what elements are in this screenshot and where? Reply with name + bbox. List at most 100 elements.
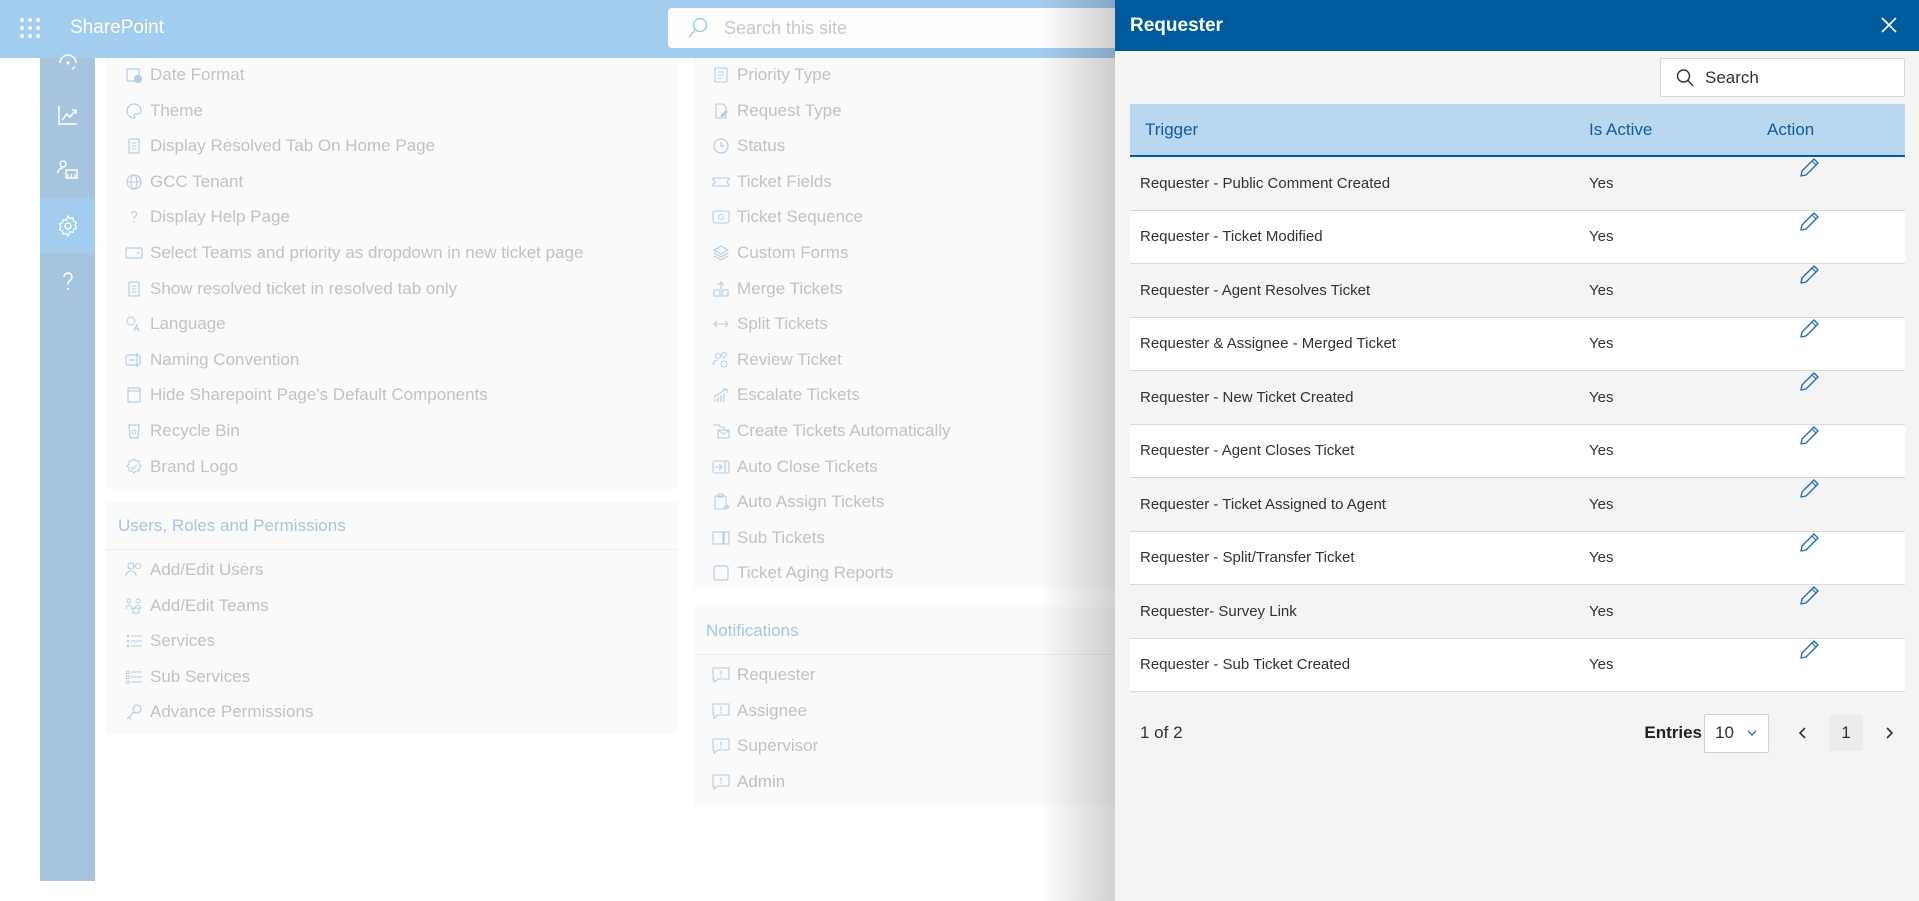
rail-item-reports[interactable] [40, 88, 95, 142]
edit-button[interactable] [1789, 477, 1829, 517]
task-list-icon [711, 65, 731, 85]
table-row: Requester - Agent Resolves Ticket Yes [1130, 264, 1905, 318]
settings-item-label: Theme [150, 100, 203, 120]
settings-item-label: Naming Convention [150, 349, 300, 369]
settings-item-auto-assign-tickets[interactable]: Auto Assign Tickets [711, 487, 884, 517]
settings-item-theme[interactable]: Theme [124, 96, 203, 126]
edit-button[interactable] [1789, 584, 1829, 624]
table-search-box[interactable] [1660, 58, 1905, 97]
settings-item-naming-convention[interactable]: Naming Convention [124, 345, 299, 375]
requester-flyout-panel: Requester Trigger Is Active Action Reque… [1115, 0, 1919, 901]
settings-item-add-edit-teams[interactable]: Add/Edit Teams [124, 591, 269, 621]
settings-item-escalate-tickets[interactable]: Escalate Tickets [711, 380, 860, 410]
settings-item-label: Assignee [737, 700, 807, 720]
rail-item-users-teams[interactable] [40, 143, 95, 197]
settings-item-request-type[interactable]: Request Type [711, 96, 842, 126]
next-page-button[interactable] [1873, 715, 1905, 751]
settings-item-advance-permissions[interactable]: Advance Permissions [124, 697, 313, 727]
settings-item-admin[interactable]: Admin [711, 767, 785, 797]
settings-item-ticket-aging-reports[interactable]: Ticket Aging Reports [711, 558, 893, 588]
comment-alert-icon [711, 701, 731, 721]
app-launcher-icon[interactable] [18, 16, 40, 38]
document-edit-icon [711, 101, 731, 121]
settings-item-label: Supervisor [737, 736, 819, 756]
page-info: 1 of 2 [1140, 723, 1183, 742]
settings-item-add-edit-users[interactable]: Add/Edit Users [124, 555, 263, 585]
settings-item-select-teams-and-priority-as-dropdown-in-new-ticket-page[interactable]: Select Teams and priority as dropdown in… [124, 238, 583, 268]
edit-button[interactable] [1789, 210, 1829, 250]
is-active-cell: Yes [1589, 228, 1614, 246]
edit-button[interactable] [1789, 263, 1829, 303]
edit-button[interactable] [1789, 370, 1829, 410]
settings-item-language[interactable]: Language [124, 309, 226, 339]
ticket-icon [711, 172, 731, 192]
settings-item-review-ticket[interactable]: Review Ticket [711, 345, 842, 375]
current-page-button[interactable]: 1 [1829, 715, 1863, 751]
table-search-input[interactable] [1705, 67, 1885, 88]
settings-item-ticket-fields[interactable]: Ticket Fields [711, 167, 832, 197]
split-box-icon [711, 528, 731, 548]
rail-item-dashboard[interactable] [40, 34, 95, 88]
pencil-icon [1800, 479, 1819, 498]
settings-item-brand-logo[interactable]: Brand Logo [124, 452, 238, 482]
pencil-icon [1800, 212, 1819, 231]
settings-item-label: Add/Edit Users [150, 560, 264, 579]
edit-button[interactable] [1789, 531, 1829, 571]
list-icon [124, 631, 144, 651]
clipboard-arrow-icon [711, 492, 731, 512]
table-row: Requester - Sub Ticket Created Yes [1130, 638, 1905, 692]
settings-item-gcc-tenant[interactable]: GCC Tenant [124, 167, 243, 197]
triggers-table: Trigger Is Active Action Requester - Pub… [1130, 104, 1905, 692]
settings-item-create-tickets-automatically[interactable]: Create Tickets Automatically [711, 416, 951, 446]
settings-item-split-tickets[interactable]: Split Tickets [711, 309, 828, 339]
settings-item-label: Custom Forms [737, 243, 849, 262]
gauge-icon [58, 54, 77, 70]
document-icon [124, 136, 144, 156]
pencil-icon [1800, 319, 1819, 338]
rail-item-help[interactable] [40, 254, 95, 308]
is-active-cell: Yes [1589, 281, 1614, 299]
settings-item-requester[interactable]: Requester [711, 660, 815, 690]
settings-item-recycle-bin[interactable]: Recycle Bin [124, 416, 240, 446]
settings-item-sub-services[interactable]: Sub Services [124, 662, 250, 692]
settings-item-assignee[interactable]: Assignee [711, 696, 807, 726]
table-row: Requester - Agent Closes Ticket Yes [1130, 424, 1905, 478]
previous-page-button[interactable] [1787, 715, 1819, 751]
settings-item-auto-close-tickets[interactable]: Auto Close Tickets [711, 452, 878, 482]
settings-item-merge-tickets[interactable]: Merge Tickets [711, 274, 843, 304]
search-icon [1676, 68, 1694, 86]
entries-per-page-select[interactable]: 10 [1704, 713, 1769, 753]
sequence-icon [711, 207, 731, 227]
edit-button[interactable] [1789, 424, 1829, 464]
close-icon [1881, 17, 1897, 33]
settings-item-ticket-sequence[interactable]: Ticket Sequence [711, 202, 863, 232]
edit-button[interactable] [1789, 638, 1829, 678]
settings-item-show-resolved-ticket-in-resolved-tab-only[interactable]: Show resolved ticket in resolved tab onl… [124, 274, 457, 304]
trigger-cell: Requester - New Ticket Created [1140, 388, 1354, 406]
close-button[interactable] [1877, 13, 1901, 37]
mail-folder-icon [711, 421, 731, 441]
column-header-is-active[interactable]: Is Active [1589, 120, 1767, 140]
column-header-trigger[interactable]: Trigger [1130, 120, 1589, 140]
split-arrows-icon [711, 314, 731, 334]
edit-button[interactable] [1789, 317, 1829, 357]
clock-icon [711, 136, 731, 156]
settings-item-label: Sub Tickets [737, 527, 825, 547]
left-nav-rail [40, 54, 95, 881]
settings-item-hide-sharepoint-page-s-default-components[interactable]: Hide Sharepoint Page's Default Component… [124, 380, 488, 410]
settings-item-priority-type[interactable]: Priority Type [711, 60, 831, 90]
settings-item-custom-forms[interactable]: Custom Forms [711, 238, 848, 268]
settings-item-supervisor[interactable]: Supervisor [711, 731, 818, 761]
table-row: Requester - Public Comment Created Yes [1130, 157, 1905, 211]
settings-item-date-format[interactable]: Date Format [124, 60, 244, 90]
edit-button[interactable] [1789, 156, 1829, 196]
table-row: Requester- Survey Link Yes [1130, 585, 1905, 639]
settings-item-status[interactable]: Status [711, 131, 785, 161]
pencil-icon [1800, 586, 1819, 605]
settings-item-sub-tickets[interactable]: Sub Tickets [711, 523, 825, 553]
settings-item-display-help-page[interactable]: Display Help Page [124, 202, 290, 232]
settings-item-services[interactable]: Services [124, 626, 215, 656]
settings-item-display-resolved-tab-on-home-page[interactable]: Display Resolved Tab On Home Page [124, 131, 435, 161]
rail-item-settings[interactable] [40, 199, 95, 253]
settings-item-label: Request Type [737, 100, 842, 120]
